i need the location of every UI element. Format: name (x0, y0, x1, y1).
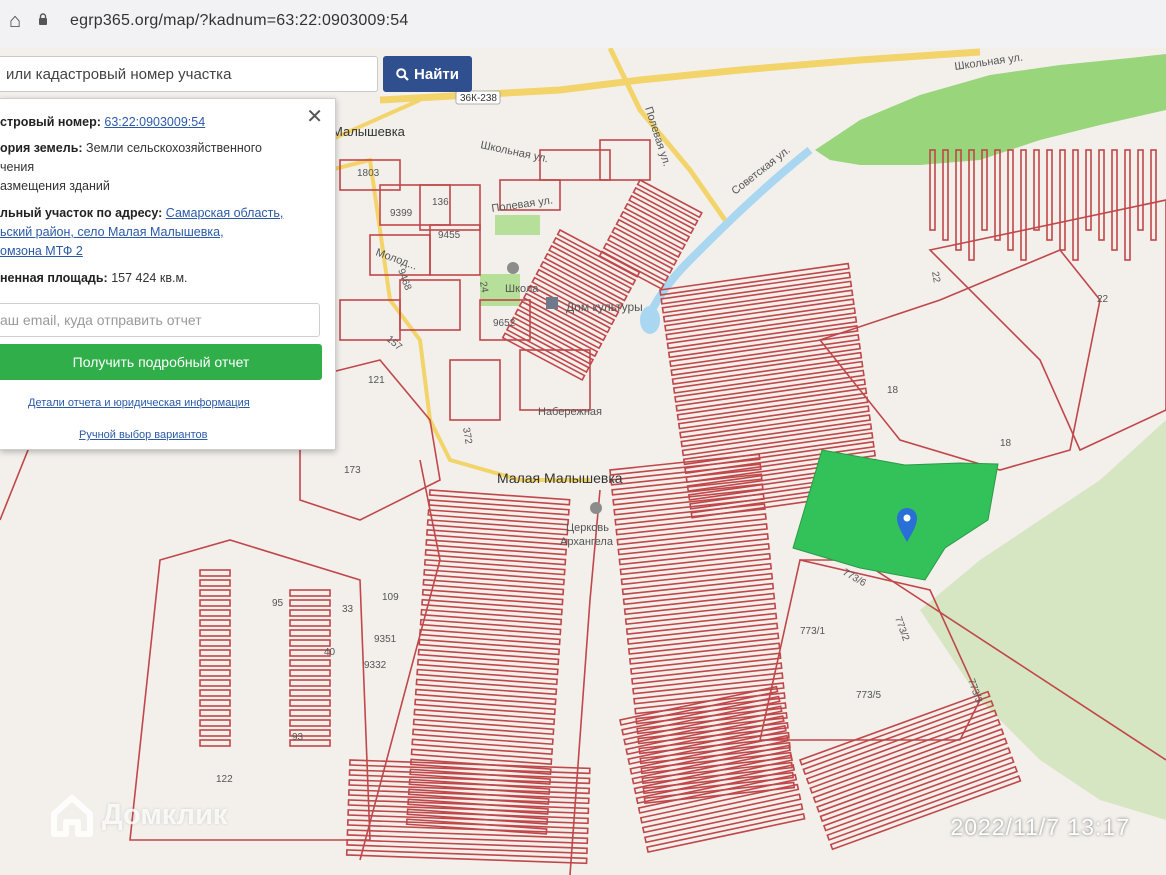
parcel-label: 9652 (493, 318, 516, 329)
category-row: ория земель: Земли сельскохозяйственного (0, 139, 310, 158)
browser-address-bar: ⌂ egrp365.org/map/?kadnum=63:22:0903009:… (0, 0, 1166, 49)
parcel-label: 18 (887, 385, 899, 396)
parcel-label: 33 (342, 604, 354, 615)
school-icon (507, 262, 519, 274)
village-label-main: Малая Малышевка (497, 470, 623, 486)
url-text[interactable]: egrp365.org/map/?kadnum=63:22:0903009:54 (70, 12, 408, 30)
village-label-malyshevka: Малышевка (332, 124, 406, 139)
search-icon (396, 67, 409, 81)
road-badge-label: 36К-238 (460, 93, 497, 104)
cadastral-row: стровый номер: 63:22:0903009:54 (0, 113, 310, 132)
house-logo-icon (51, 795, 93, 837)
culture-icon (546, 297, 558, 309)
photo-timestamp: 2022/11/7 13:17 (950, 814, 1130, 840)
parcel-label: 22 (1097, 294, 1109, 305)
address-link[interactable]: Самарская область, (166, 206, 284, 220)
parcel-label: 773/5 (856, 690, 881, 701)
domclick-watermark: Домклик (48, 792, 227, 838)
home-icon[interactable]: ⌂ (4, 10, 26, 32)
details-link[interactable]: Детали отчета и юридическая информация (28, 397, 250, 409)
watermark-text: Домклик (102, 798, 228, 831)
category-label: ория земель: (0, 141, 83, 155)
church-icon (590, 502, 602, 514)
parcel-info-panel: ✕ стровый номер: 63:22:0903009:54 ория з… (0, 98, 336, 450)
category-row-3: азмещения зданий (0, 179, 110, 193)
parcel-label: 9332 (364, 660, 387, 671)
manual-choice-link[interactable]: Ручной выбор вариантов (79, 429, 207, 441)
parcel-label: 9455 (438, 230, 461, 241)
poi-naberezh: Набережная (538, 406, 602, 418)
green-plot (495, 215, 540, 235)
address-label: льный участок по адресу: (0, 206, 163, 220)
cadastral-link[interactable]: 63:22:0903009:54 (104, 115, 205, 129)
parcel-label: 93 (292, 732, 304, 743)
parcel-label: 136 (432, 197, 449, 208)
area-value: 157 424 кв.м. (111, 271, 188, 285)
poi-school: Школа (505, 283, 539, 295)
parcel-label: 122 (216, 774, 233, 785)
parcel-label: 9399 (390, 208, 413, 219)
parcel-label: 18 (1000, 438, 1012, 449)
get-report-button[interactable]: Получить подробный отчет (0, 344, 322, 380)
parcel-label: 95 (272, 598, 284, 609)
search-input[interactable]: или кадастровый номер участка (0, 56, 378, 92)
parcel-label: 121 (368, 375, 385, 386)
parcel-label: 173 (344, 465, 361, 476)
address-row: льный участок по адресу: Самарская облас… (0, 204, 310, 223)
address-link-2[interactable]: ьский район, село Малая Малышевка, (0, 223, 310, 242)
parcel-label: 773/1 (800, 626, 825, 637)
parcel-label: 9351 (374, 634, 397, 645)
area-row: ненная площадь: 157 424 кв.м. (0, 269, 310, 288)
lock-icon (39, 13, 47, 25)
category-value: Земли сельскохозяйственного (86, 141, 262, 155)
area-label: ненная площадь: (0, 271, 108, 285)
poi-church-2: Архангела (560, 536, 614, 548)
cadastral-label: стровый номер: (0, 115, 101, 129)
parcel-label: 1803 (357, 168, 380, 179)
search-button[interactable]: Найти (383, 56, 472, 92)
pond (640, 306, 660, 334)
email-placeholder: аш email, куда отправить отчет (0, 312, 202, 328)
search-placeholder: или кадастровый номер участка (6, 66, 232, 83)
parcel-label: 109 (382, 592, 399, 603)
poi-church-1: Церковь (566, 522, 609, 534)
address-link-3[interactable]: омзона МТФ 2 (0, 242, 310, 261)
search-button-label: Найти (414, 65, 459, 83)
poi-dom-kultury: Дом культуры (566, 300, 643, 314)
email-input[interactable]: аш email, куда отправить отчет (0, 303, 320, 337)
parcel-label: 40 (324, 647, 336, 658)
category-row-2: чения (0, 160, 35, 174)
